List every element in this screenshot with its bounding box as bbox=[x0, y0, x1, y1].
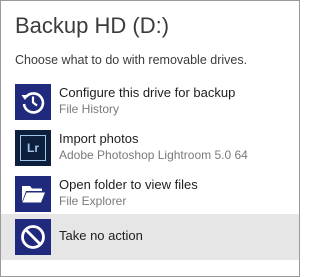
option-sublabel: File History bbox=[59, 102, 120, 116]
option-label: Open folder to view files bbox=[59, 177, 198, 192]
option-sublabel: Adobe Photoshop Lightroom 5.0 64 bbox=[59, 148, 248, 162]
lightroom-icon: Lr bbox=[15, 130, 51, 166]
option-import-photos[interactable]: Lr Import photos Adobe Photoshop Lightro… bbox=[1, 125, 299, 171]
option-label: Configure this drive for backup bbox=[59, 85, 236, 100]
option-open-folder[interactable]: Open folder to view files File Explorer bbox=[1, 171, 299, 217]
option-label: Take no action bbox=[59, 228, 143, 243]
lightroom-icon-text: Lr bbox=[20, 135, 46, 161]
folder-icon bbox=[15, 176, 51, 212]
option-label: Import photos bbox=[59, 131, 139, 146]
option-configure-backup[interactable]: Configure this drive for backup File His… bbox=[1, 79, 299, 125]
no-action-icon bbox=[15, 219, 51, 255]
dialog-subtitle: Choose what to do with removable drives. bbox=[15, 53, 248, 67]
autoplay-dialog: Backup HD (D:) Choose what to do with re… bbox=[0, 0, 300, 277]
option-take-no-action[interactable]: Take no action bbox=[1, 214, 299, 260]
option-sublabel: File Explorer bbox=[59, 194, 127, 208]
file-history-icon bbox=[15, 84, 51, 120]
dialog-title: Backup HD (D:) bbox=[15, 13, 170, 38]
